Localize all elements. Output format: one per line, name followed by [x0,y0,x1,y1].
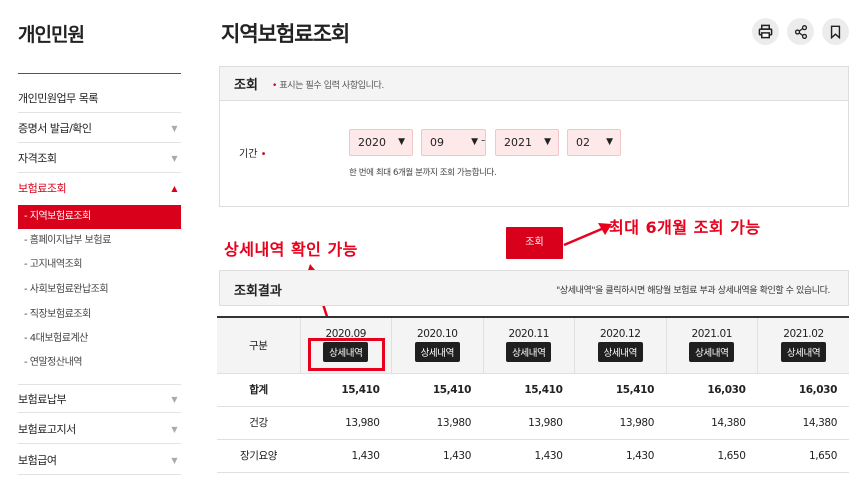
table-row-health: 건강 13,980 13,980 13,980 13,980 14,380 14… [217,406,849,440]
bookmark-button[interactable] [822,18,849,45]
detail-button[interactable]: 상세내역 [506,342,552,362]
table-row-total: 합계 15,410 15,410 15,410 15,410 16,030 16… [217,373,849,407]
sidebar-subitem-regional[interactable]: - 지역보험료조회 [18,205,181,229]
sidebar-subitem-calc[interactable]: - 4대보험료계산 [18,327,181,351]
search-button[interactable]: 조회 [506,227,563,259]
chevron-down-icon: ▼ [171,395,177,404]
results-hint: "상세내역"을 클릭하시면 해당월 보험료 부과 상세내역을 확인할 수 있습니… [556,286,830,296]
share-icon [794,24,807,39]
chevron-up-icon: ▲ [171,184,177,193]
share-button[interactable] [787,18,814,45]
sidebar-subitem-yearend[interactable]: - 연말정산내역 [18,351,181,375]
search-panel-header: 조회 • 표시는 필수 입력 사항입니다. [220,67,848,101]
sidebar-item-label: 보험급여 [18,454,57,467]
annotation-detail: 상세내역 확인 가능 [224,240,358,259]
print-button[interactable] [752,18,779,45]
sidebar-subitem-notice[interactable]: - 고지내역조회 [18,253,181,277]
detail-button[interactable]: 상세내역 [689,342,735,362]
sidebar-item-label: 보험료조회 [18,182,67,195]
bookmark-icon [830,25,841,39]
to-year-select[interactable]: 2021 ▼ [495,129,559,156]
chevron-down-icon: ▼ [171,154,177,163]
period-label: 기간 • [239,149,267,160]
period-column: 2021.01 상세내역 [665,317,758,374]
sidebar-item-label: 보험료납부 [18,393,67,406]
sidebar-item-label: 개인민원업무 목록 [18,92,98,105]
detail-button[interactable]: 상세내역 [597,342,643,362]
sidebar-subitem-workplace[interactable]: - 직장보험료조회 [18,303,181,327]
from-month-select[interactable]: 09 ▼ [421,129,486,156]
chevron-down-icon: ▼ [171,425,177,434]
table-row-longterm: 장기요양 1,430 1,430 1,430 1,430 1,650 1,650 [217,439,849,473]
column-header: 구분 [217,317,300,374]
sidebar-item-list[interactable]: 개인민원업무 목록 [18,84,181,113]
sidebar-item-label: 보험료고지서 [18,423,76,436]
range-dash: - [481,133,486,147]
period-column: 2020.11 상세내역 [482,317,575,374]
chevron-down-icon: ▼ [398,137,405,147]
annotation-highlight-box [308,338,385,371]
period-column: 2021.02 상세내역 [757,317,849,374]
period-column: 2020.10 상세내역 [391,317,483,374]
sidebar-item-benefit[interactable]: 보험급여 ▼ [18,446,181,475]
results-header: 조회결과 "상세내역"을 클릭하시면 해당월 보험료 부과 상세내역을 확인할 … [219,270,849,306]
print-icon [758,24,773,39]
period-column: 2020.12 상세내역 [574,317,666,374]
search-heading: 조회 [234,78,258,93]
sidebar-item-certificate[interactable]: 증명서 발급/확인 ▼ [18,114,181,143]
sidebar-item-eligibility[interactable]: 자격조회 ▼ [18,144,181,173]
chevron-down-icon: ▼ [544,137,551,147]
sidebar-title: 개인민원 [18,24,85,46]
sidebar-subitem-paid[interactable]: - 사회보험료완납조회 [18,278,181,302]
required-note: • 표시는 필수 입력 사항입니다. [272,81,384,91]
results-heading: 조회결과 [234,284,282,299]
sidebar-item-payment[interactable]: 보험료납부 ▼ [18,384,181,413]
sidebar-item-premium[interactable]: 보험료조회 ▲ [18,174,181,203]
chevron-down-icon: ▼ [171,456,177,465]
annotation-arrow-icon [563,223,612,247]
chevron-down-icon: ▼ [606,137,613,147]
to-month-select[interactable]: 02 ▼ [567,129,621,156]
annotation-max-period: 최대 6개월 조회 가능 [609,218,761,237]
sidebar-item-bill[interactable]: 보험료고지서 ▼ [18,415,181,444]
sidebar-item-label: 자격조회 [18,152,57,165]
chevron-down-icon: ▼ [471,137,478,147]
sidebar-item-label: 증명서 발급/확인 [18,122,92,135]
chevron-down-icon: ▼ [171,124,177,133]
detail-button[interactable]: 상세내역 [414,342,460,362]
detail-button[interactable]: 상세내역 [780,342,827,362]
from-year-select[interactable]: 2020 ▼ [349,129,413,156]
period-hint: 한 번에 최대 6개월 분까지 조회 가능합니다. [349,168,497,178]
sidebar-divider [18,73,181,74]
sidebar-subitem-homepage[interactable]: - 홈페이지납부 보험료 [18,229,181,253]
page-title: 지역보험료조회 [221,22,350,46]
